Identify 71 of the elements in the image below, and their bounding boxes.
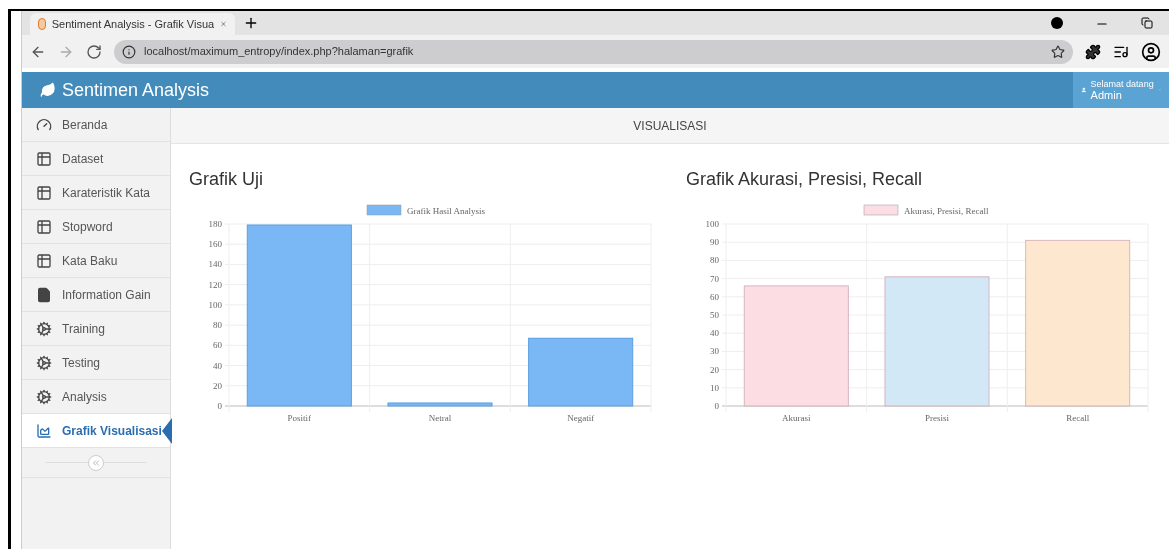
- axis-tick-label: 70: [710, 273, 719, 284]
- info-icon: [122, 44, 136, 59]
- table-icon: [36, 218, 52, 235]
- chart-title: Grafik Uji: [189, 168, 264, 191]
- category-label: Netral: [428, 413, 452, 423]
- star-icon[interactable]: [1051, 44, 1065, 59]
- sidebar-item[interactable]: Stopword: [22, 210, 170, 244]
- axis-tick-label: 90: [710, 237, 719, 248]
- category-label: Recall: [1066, 413, 1090, 423]
- axis-tick-label: 160: [208, 239, 222, 250]
- axis-tick-label: 180: [208, 219, 222, 229]
- axis-tick-label: 100: [208, 299, 222, 310]
- axis-tick-label: 80: [710, 255, 719, 266]
- dashboard-icon: [36, 116, 52, 133]
- axis-tick-label: 30: [710, 346, 719, 357]
- profile-icon[interactable]: [1141, 41, 1161, 62]
- brand-title[interactable]: Sentimen Analysis: [62, 76, 210, 104]
- axis-tick-label: 60: [213, 340, 222, 351]
- table-icon: [36, 252, 52, 269]
- axis-tick-label: 40: [213, 360, 222, 371]
- area-chart-icon: [36, 422, 52, 439]
- media-control-icon[interactable]: [1051, 17, 1063, 29]
- category-label: Negatif: [567, 413, 595, 423]
- axis-tick-label: 10: [710, 382, 719, 393]
- sidebar-item[interactable]: Dataset: [22, 142, 170, 176]
- sidebar-item[interactable]: Training: [22, 312, 170, 346]
- axis-tick-label: 80: [213, 320, 222, 331]
- favicon-icon: [38, 18, 46, 30]
- table-icon: [36, 184, 52, 201]
- active-pointer-icon: [162, 418, 172, 444]
- url-text: localhost/maximum_entropy/index.php?halaman=grafik: [144, 44, 415, 60]
- legend-swatch: [863, 204, 899, 216]
- axis-tick-label: 60: [710, 291, 719, 302]
- leaf-icon: [40, 82, 56, 98]
- axis-tick-label: 140: [208, 259, 222, 270]
- sidebar-item[interactable]: Information Gain: [22, 278, 170, 312]
- category-label: Akurasi: [782, 413, 811, 423]
- chart-title: Grafik Akurasi, Presisi, Recall: [686, 168, 924, 191]
- sidebar-item[interactable]: Beranda: [22, 108, 170, 142]
- browser-tab[interactable]: Sentiment Analysis - Grafik Visua: [30, 13, 235, 35]
- puzzle-icon[interactable]: [1085, 43, 1101, 60]
- new-tab-icon[interactable]: [243, 15, 259, 31]
- gears-icon: [36, 320, 52, 337]
- category-label: Positif: [287, 413, 312, 423]
- address-field[interactable]: localhost/maximum_entropy/index.php?halaman=grafik: [114, 39, 1073, 64]
- legend-label: Grafik Hasil Analysis: [407, 206, 485, 216]
- user-name: Admin: [1090, 90, 1123, 101]
- category-label: Presisi: [925, 413, 949, 423]
- gears-icon: [36, 388, 52, 405]
- sidebar-item[interactable]: Testing: [22, 346, 170, 380]
- sidebar-item[interactable]: Karateristik Kata: [22, 176, 170, 210]
- axis-tick-label: 40: [710, 328, 719, 339]
- axis-tick-label: 120: [208, 279, 222, 290]
- restore-icon[interactable]: [1141, 17, 1153, 29]
- legend-label: Akurasi, Presisi, Recall: [904, 206, 989, 216]
- sidebar-item[interactable]: Kata Baku: [22, 244, 170, 278]
- axis-tick-label: 50: [710, 310, 719, 320]
- axis-tick-label: 0: [714, 401, 719, 411]
- axis-tick-label: 100: [705, 219, 719, 229]
- greeting-text: Selamat datang: [1090, 79, 1154, 90]
- reload-icon[interactable]: [86, 43, 102, 60]
- page-title: VISUALISASI: [633, 117, 707, 135]
- tab-title: Sentiment Analysis - Grafik Visua: [51, 16, 215, 32]
- axis-tick-label: 0: [217, 401, 222, 411]
- gears-icon: [36, 354, 52, 371]
- axis-tick-label: 20: [213, 380, 222, 391]
- file-icon: [36, 286, 52, 303]
- legend-swatch: [366, 204, 402, 216]
- axis-tick-label: 20: [710, 364, 719, 375]
- table-icon: [36, 150, 52, 167]
- sidebar-item[interactable]: Grafik Visualisasi: [22, 414, 170, 448]
